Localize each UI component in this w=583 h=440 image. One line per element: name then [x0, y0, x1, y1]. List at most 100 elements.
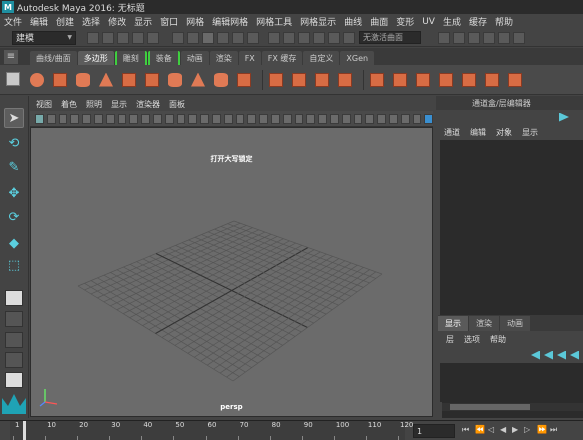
panel-tool-icon-4[interactable]	[82, 113, 91, 124]
mask-2-icon[interactable]	[232, 31, 244, 44]
panel-tool-icon-30[interactable]	[388, 113, 398, 124]
panel-menu-item-3[interactable]: 显示	[111, 99, 127, 110]
panel-tool-icon-20[interactable]	[270, 113, 280, 124]
panel-tool-icon-13[interactable]	[188, 113, 198, 124]
four-pane-layout-icon[interactable]	[5, 311, 23, 327]
snap-point-icon[interactable]	[298, 31, 310, 44]
menu-item-2[interactable]: 创建	[56, 15, 74, 28]
current-time-indicator[interactable]	[23, 421, 26, 440]
panel-tool-icon-3[interactable]	[70, 113, 80, 124]
menu-item-8[interactable]: 编辑网格	[212, 15, 248, 28]
automatic-uv-icon[interactable]	[506, 71, 524, 89]
poly-cone-icon[interactable]	[97, 71, 115, 89]
render-settings-icon[interactable]	[438, 31, 450, 44]
mask-icon[interactable]	[217, 31, 229, 44]
menu-item-1[interactable]: 编辑	[30, 15, 48, 28]
poly-torus-icon[interactable]	[120, 71, 138, 89]
panel-tool-icon-8[interactable]	[129, 113, 139, 124]
panel-tool-icon-14[interactable]	[200, 113, 209, 124]
snap-surface-icon[interactable]	[328, 31, 340, 44]
panel-tool-icon-31[interactable]	[400, 113, 410, 124]
poly-pyramid-icon[interactable]	[189, 71, 207, 89]
panel-tool-icon-11[interactable]	[164, 113, 174, 124]
bevel-icon[interactable]	[368, 71, 386, 89]
time-slider-track[interactable]: 1 10 20 30 40 50 60 70 80 90 100 110 120	[10, 421, 413, 440]
modeling-toolkit-icon[interactable]	[513, 31, 525, 44]
last-tool-icon[interactable]: ⬚	[4, 256, 24, 276]
go-to-end-icon[interactable]: ⏭	[550, 425, 560, 436]
snap-grid-icon[interactable]	[268, 31, 280, 44]
mask-3-icon[interactable]	[247, 31, 259, 44]
poly-sphere-icon[interactable]	[28, 71, 46, 89]
open-scene-icon[interactable]	[102, 31, 114, 44]
menu-item-16[interactable]: 缓存	[469, 15, 487, 28]
shelf-tab-8[interactable]: 自定义	[303, 51, 340, 65]
panel-tool-icon-6[interactable]	[105, 113, 115, 124]
menu-set-dropdown[interactable]: 建模 ▼	[12, 30, 76, 45]
panel-tool-icon-33[interactable]	[424, 113, 434, 124]
menu-item-12[interactable]: 曲面	[370, 15, 388, 28]
persp-outliner-layout-icon[interactable]	[5, 352, 23, 368]
next-key-icon[interactable]: ▷	[524, 425, 534, 436]
poly-plane-icon[interactable]	[143, 71, 161, 89]
ipr-render-icon[interactable]	[468, 31, 480, 44]
multicut-icon[interactable]	[437, 71, 455, 89]
rotate-tool-icon[interactable]: ⟳	[4, 208, 24, 228]
separate-icon[interactable]	[290, 71, 308, 89]
make-live-icon[interactable]	[343, 31, 355, 44]
menu-item-10[interactable]: 网格显示	[300, 15, 336, 28]
panel-tool-icon-29[interactable]	[377, 113, 386, 124]
panel-tool-icon-26[interactable]	[341, 113, 351, 124]
shelf-tab-2[interactable]: 雕刻	[114, 51, 147, 65]
poly-pipe-icon[interactable]	[212, 71, 230, 89]
channel-box-menu-item-0[interactable]: 通道	[444, 127, 460, 138]
panel-tool-icon-15[interactable]	[211, 113, 221, 124]
render-view-icon[interactable]	[498, 31, 510, 44]
bevel-tool-icon[interactable]	[483, 71, 501, 89]
panel-menu-item-0[interactable]: 视图	[36, 99, 52, 110]
new-layer-icon[interactable]	[557, 350, 566, 360]
menu-item-15[interactable]: 生成	[443, 15, 461, 28]
menu-item-11[interactable]: 曲线	[344, 15, 362, 28]
panel-menu-item-1[interactable]: 着色	[61, 99, 77, 110]
undo-icon[interactable]	[132, 31, 144, 44]
planar-uv-icon[interactable]	[4, 70, 24, 90]
panel-tool-icon-1[interactable]	[46, 113, 56, 124]
new-scene-icon[interactable]	[87, 31, 99, 44]
snap-curve-icon[interactable]	[283, 31, 295, 44]
persp-viewport[interactable]: 打开大写锁定 persp	[30, 127, 433, 417]
live-surface-field[interactable]: 无激活曲面	[359, 31, 421, 44]
shelf-tab-5[interactable]: 渲染	[209, 51, 238, 65]
panel-tool-icon-17[interactable]	[235, 113, 245, 124]
panel-tool-icon-23[interactable]	[306, 113, 316, 124]
layer-menu-item-0[interactable]: 层	[446, 334, 454, 345]
smooth-icon[interactable]	[336, 71, 354, 89]
channel-box-menu-item-1[interactable]: 编辑	[470, 127, 486, 138]
panel-tool-icon-7[interactable]	[117, 113, 127, 124]
menu-item-3[interactable]: 选择	[82, 15, 100, 28]
panel-tool-icon-5[interactable]	[93, 113, 103, 124]
panel-tool-icon-21[interactable]	[282, 113, 292, 124]
channel-box-menu-item-3[interactable]: 显示	[522, 127, 538, 138]
menu-item-17[interactable]: 帮助	[495, 15, 513, 28]
two-pane-layout-icon[interactable]	[5, 332, 23, 348]
shelf-tab-1[interactable]: 多边形	[77, 51, 114, 65]
shelf-tab-9[interactable]: XGen	[340, 51, 375, 65]
poly-cube-icon[interactable]	[51, 71, 69, 89]
menu-item-14[interactable]: UV	[422, 17, 435, 27]
shelf-menu-icon[interactable]: ≡	[4, 50, 18, 64]
poly-cylinder-icon[interactable]	[74, 71, 92, 89]
play-back-icon[interactable]: ◀	[500, 425, 510, 436]
layer-move-down-icon[interactable]	[544, 350, 553, 360]
wedge-icon[interactable]	[460, 71, 478, 89]
append-icon[interactable]	[414, 71, 432, 89]
panel-menu-item-5[interactable]: 面板	[169, 99, 185, 110]
panel-tool-icon-2[interactable]	[58, 113, 68, 124]
panel-tool-icon-19[interactable]	[259, 113, 268, 124]
panel-tool-icon-0[interactable]	[35, 113, 44, 124]
layer-tab-0[interactable]: 显示	[438, 316, 468, 331]
layer-tab-1[interactable]: 渲染	[469, 316, 499, 331]
layer-list-scrollbar[interactable]	[442, 403, 583, 411]
outliner-layout-icon[interactable]	[5, 372, 23, 388]
panel-tool-icon-16[interactable]	[223, 113, 233, 124]
